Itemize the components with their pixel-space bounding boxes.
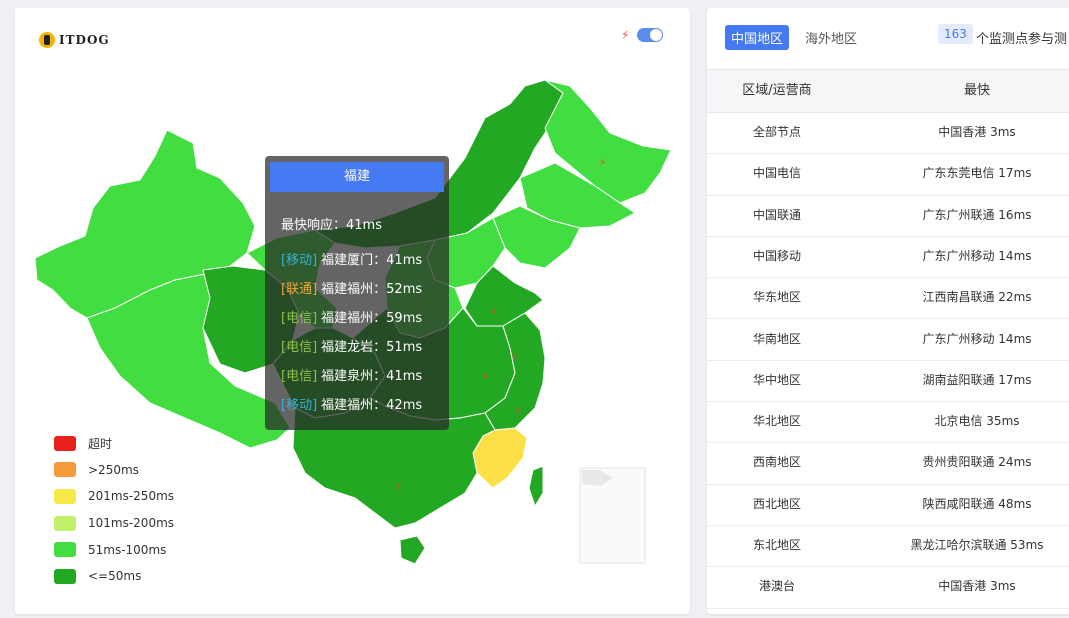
table-row: 中国联通 广东广州联通 16ms (707, 195, 1069, 237)
header-region: 区域/运营商 (742, 83, 812, 98)
table-row: 华南地区 广东广州移动 14ms (707, 319, 1069, 361)
tooltip-row-text: 福建龙岩：51ms (321, 340, 423, 355)
cell-region: 港澳台 (758, 579, 795, 594)
tab-overseas[interactable]: 海外地区 (799, 25, 863, 50)
legend-item-101-200[interactable]: 101ms-200ms (54, 510, 174, 537)
table-row: 西北地区 陕西咸阳联通 48ms (707, 484, 1069, 526)
cell-fastest: 贵州贵阳联通 24ms (922, 455, 1032, 470)
results-panel: 中国地区 海外地区 163 个监测点参与测 区域/运营商 最快 全部节点中国香港… (707, 8, 1069, 614)
table-row: 中国移动 广东广州移动 14ms (707, 236, 1069, 279)
tooltip-row: [移动] 福建厦门：41ms (281, 249, 422, 268)
monitor-count-label: 个监测点参与测 (976, 32, 1068, 47)
map-taiwan[interactable] (528, 465, 544, 508)
tooltip-row: [电信] 福建龙岩：51ms (281, 336, 422, 355)
tooltip-row-text: 福建福州：52ms (321, 282, 423, 297)
table-header: 区域/运营商 最快 (707, 69, 1069, 113)
cell-region: 中国联通 (752, 207, 801, 222)
tooltip-row-tag: [联通] (281, 282, 318, 297)
cell-region: 华中地区 (752, 372, 801, 387)
cell-fastest: 黑龙江哈尔滨联通 53ms (910, 538, 1044, 552)
header-fastest: 最快 (963, 83, 990, 98)
tooltip-row: [联通] 福建福州：52ms (281, 278, 422, 297)
legend-swatch (54, 542, 76, 558)
map-card: ITDOG ⚡ ⚡ ⚡ ⚡ ⚡ ⚡ ⚡ 福建 最快响应：41ms [移动] 福建… (15, 8, 690, 614)
tooltip-row: [移动] 福建福州：42ms (281, 394, 422, 413)
cell-fastest: 江西南昌联通 22ms (922, 290, 1032, 305)
tooltip-row: [电信] 福建福州：59ms (281, 307, 422, 326)
cell-region: 中国移动 (752, 248, 801, 263)
lightning-icon: ⚡ (395, 482, 402, 493)
map-hainan[interactable] (399, 535, 426, 565)
cell-fastest: 广东广州移动 14ms (922, 248, 1032, 263)
cell-region: 中国电信 (752, 166, 801, 181)
table-row: 华东地区 江西南昌联通 22ms (707, 277, 1069, 320)
cell-region: 华北地区 (752, 414, 801, 429)
legend-label: 101ms-200ms (88, 516, 175, 531)
legend-label: 51ms-100ms (88, 542, 167, 557)
table-row: 中国电信 广东东莞电信 17ms (707, 153, 1069, 196)
tooltip-fastest: 最快响应：41ms (281, 218, 382, 233)
region-tabs: 中国地区 海外地区 (725, 25, 863, 50)
tooltip-row-text: 福建福州：59ms (321, 311, 423, 326)
cell-region: 华东地区 (752, 290, 801, 305)
cell-region: 西北地区 (752, 496, 801, 511)
lightning-icon: ⚡ (490, 307, 497, 318)
legend-item-timeout[interactable]: 超时 (54, 430, 174, 457)
lightning-icon: ⚡ (511, 352, 518, 363)
legend-item-201-250[interactable]: 201ms-250ms (54, 483, 174, 510)
cell-fastest: 广东广州移动 14ms (922, 331, 1032, 346)
tooltip-row-text: 福建厦门：41ms (321, 253, 423, 268)
tab-china[interactable]: 中国地区 (725, 25, 790, 50)
cell-fastest: 中国香港 3ms (938, 125, 1016, 139)
tooltip-row-tag: [电信] (281, 340, 318, 355)
cell-region: 东北地区 (752, 538, 801, 552)
table-row: 华中地区 湖南益阳联通 17ms (707, 360, 1069, 403)
tooltip-row-text: 福建泉州：41ms (321, 369, 423, 384)
legend-item-under-50[interactable]: <=50ms (54, 563, 174, 590)
legend-swatch (54, 488, 76, 504)
tooltip-row-tag: [电信] (281, 369, 318, 384)
cell-fastest: 中国香港 3ms (938, 579, 1016, 594)
lightning-icon: ⚡ (515, 406, 522, 417)
table-row: 华北地区 北京电信 35ms (707, 401, 1069, 444)
tooltip-row-tag: [移动] (281, 253, 318, 268)
cell-fastest: 陕西咸阳联通 48ms (922, 496, 1032, 511)
legend-swatch (54, 462, 76, 478)
province-tooltip: 福建 最快响应：41ms [移动] 福建厦门：41ms [联通] 福建福州：52ms… (265, 156, 449, 430)
cell-region: 西南地区 (752, 455, 801, 470)
tooltip-row-tag: [移动] (281, 398, 318, 413)
legend-item-51-100[interactable]: 51ms-100ms (54, 536, 174, 563)
legend-swatch (54, 568, 76, 584)
tooltip-row-text: 福建福州：42ms (321, 398, 423, 413)
table-row: 西南地区 贵州贵阳联通 24ms (707, 442, 1069, 485)
monitor-count-badge: 163 (938, 24, 973, 44)
legend-label: <=50ms (88, 569, 142, 584)
cell-fastest: 北京电信 35ms (934, 414, 1020, 429)
cell-region: 全部节点 (752, 125, 801, 139)
lightning-icon: ⚡ (599, 158, 606, 169)
legend-label: 超时 (88, 436, 113, 451)
legend-item-over-250[interactable]: >250ms (54, 457, 174, 484)
cell-region: 华南地区 (752, 331, 801, 346)
tooltip-title: 福建 (270, 162, 444, 192)
table-row: 港澳台 中国香港 3ms (707, 566, 1069, 609)
legend-label: >250ms (88, 462, 139, 477)
lightning-icon: ⚡ (482, 372, 489, 383)
legend-swatch (54, 435, 76, 451)
table-row: 全部节点 中国香港 3ms (707, 112, 1069, 155)
legend-label: 201ms-250ms (88, 489, 175, 504)
table-row: 东北地区 黑龙江哈尔滨联通 53ms (707, 525, 1069, 568)
tooltip-row-tag: [电信] (281, 311, 318, 326)
map-legend: 超时 >250ms 201ms-250ms 101ms-200ms 51ms-1… (54, 430, 174, 590)
cell-fastest: 广东广州联通 16ms (922, 207, 1032, 222)
cell-fastest: 湖南益阳联通 17ms (922, 372, 1032, 387)
tooltip-row: [电信] 福建泉州：41ms (281, 365, 422, 384)
legend-swatch (54, 515, 76, 531)
cell-fastest: 广东东莞电信 17ms (922, 166, 1032, 181)
